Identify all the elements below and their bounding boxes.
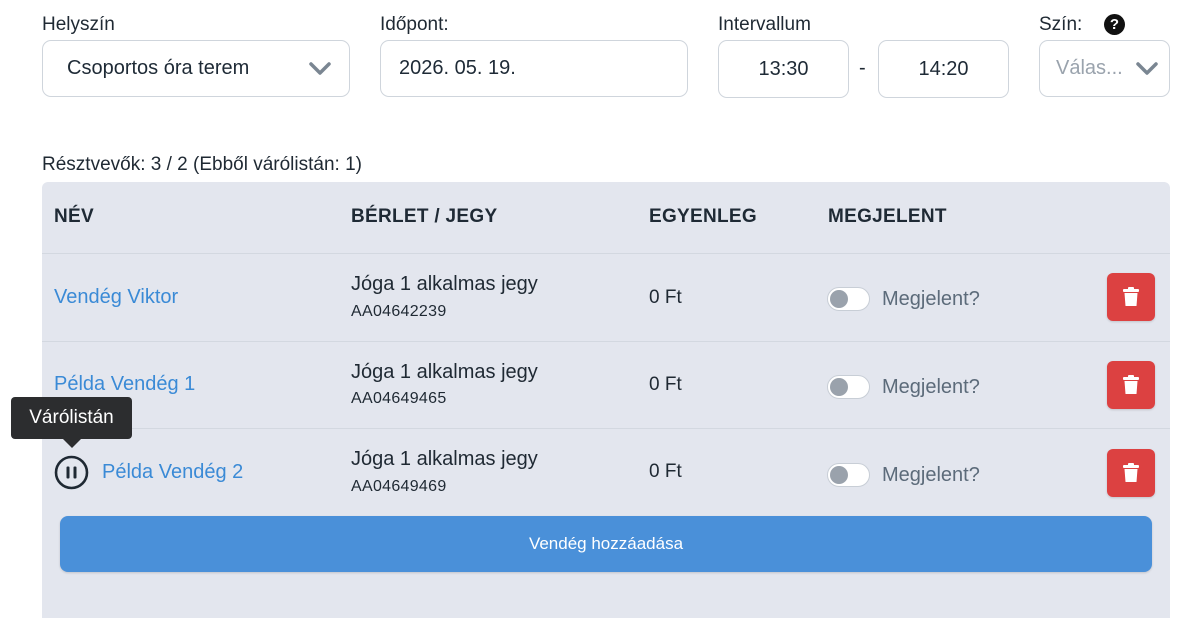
- color-placeholder: Válas...: [1056, 57, 1123, 79]
- color-select[interactable]: Válas...: [1039, 40, 1170, 97]
- trash-icon: [1123, 463, 1139, 482]
- date-value: 2026. 05. 19.: [399, 57, 516, 79]
- balance-value: 0 Ft: [649, 287, 682, 308]
- ticket-code: AA04649465: [351, 390, 447, 407]
- waitlist-tooltip: Várólistán: [11, 397, 132, 439]
- trash-icon: [1123, 375, 1139, 394]
- trash-icon: [1123, 287, 1139, 306]
- help-icon[interactable]: ?: [1104, 14, 1125, 35]
- ticket-name: Jóga 1 alkalmas jegy: [351, 361, 538, 383]
- header-name: NÉV: [54, 206, 94, 227]
- tooltip-arrow: [63, 439, 81, 448]
- attended-label: Megjelent?: [882, 376, 980, 398]
- participants-summary: Résztvevők: 3 / 2 (Ebből várólistán: 1): [42, 154, 362, 175]
- header-attended: MEGJELENT: [828, 206, 947, 227]
- attended-toggle[interactable]: [827, 287, 870, 311]
- start-time-value: 13:30: [758, 57, 809, 80]
- participant-name-link[interactable]: Példa Vendég 1: [54, 373, 195, 396]
- start-time-input[interactable]: 13:30: [718, 40, 849, 98]
- location-select[interactable]: Csoportos óra terem: [42, 40, 350, 97]
- delete-button[interactable]: [1107, 361, 1155, 409]
- attended-toggle[interactable]: [827, 463, 870, 487]
- pause-circle-icon[interactable]: [54, 455, 89, 490]
- attended-label: Megjelent?: [882, 288, 980, 310]
- interval-separator: -: [859, 57, 866, 79]
- ticket-name: Jóga 1 alkalmas jegy: [351, 448, 538, 470]
- row-divider: [42, 341, 1170, 342]
- delete-button[interactable]: [1107, 449, 1155, 497]
- chevron-down-icon: [309, 62, 331, 75]
- ticket-code: AA04642239: [351, 303, 447, 320]
- header-balance: EGYENLEG: [649, 206, 757, 227]
- attended-toggle[interactable]: [827, 375, 870, 399]
- participant-name-link[interactable]: Példa Vendég 2: [102, 461, 243, 484]
- location-value: Csoportos óra terem: [67, 57, 250, 79]
- toggle-knob: [830, 378, 848, 396]
- ticket-code: AA04649469: [351, 478, 447, 495]
- balance-value: 0 Ft: [649, 374, 682, 395]
- time-label: Időpont:: [380, 14, 449, 35]
- location-label: Helyszín: [42, 14, 115, 35]
- row-divider: [42, 428, 1170, 429]
- end-time-input[interactable]: 14:20: [878, 40, 1009, 98]
- header-pass: BÉRLET / JEGY: [351, 206, 498, 227]
- balance-value: 0 Ft: [649, 461, 682, 482]
- date-input[interactable]: 2026. 05. 19.: [380, 40, 688, 97]
- color-label: Szín:: [1039, 14, 1083, 35]
- delete-button[interactable]: [1107, 273, 1155, 321]
- row-divider: [42, 253, 1170, 254]
- end-time-value: 14:20: [918, 57, 969, 80]
- ticket-name: Jóga 1 alkalmas jegy: [351, 273, 538, 295]
- toggle-knob: [830, 466, 848, 484]
- add-guest-button[interactable]: Vendég hozzáadása: [60, 516, 1152, 572]
- participant-name-link[interactable]: Vendég Viktor: [54, 286, 178, 309]
- attended-label: Megjelent?: [882, 464, 980, 486]
- interval-label: Intervallum: [718, 14, 811, 35]
- chevron-down-icon: [1136, 62, 1158, 75]
- toggle-knob: [830, 290, 848, 308]
